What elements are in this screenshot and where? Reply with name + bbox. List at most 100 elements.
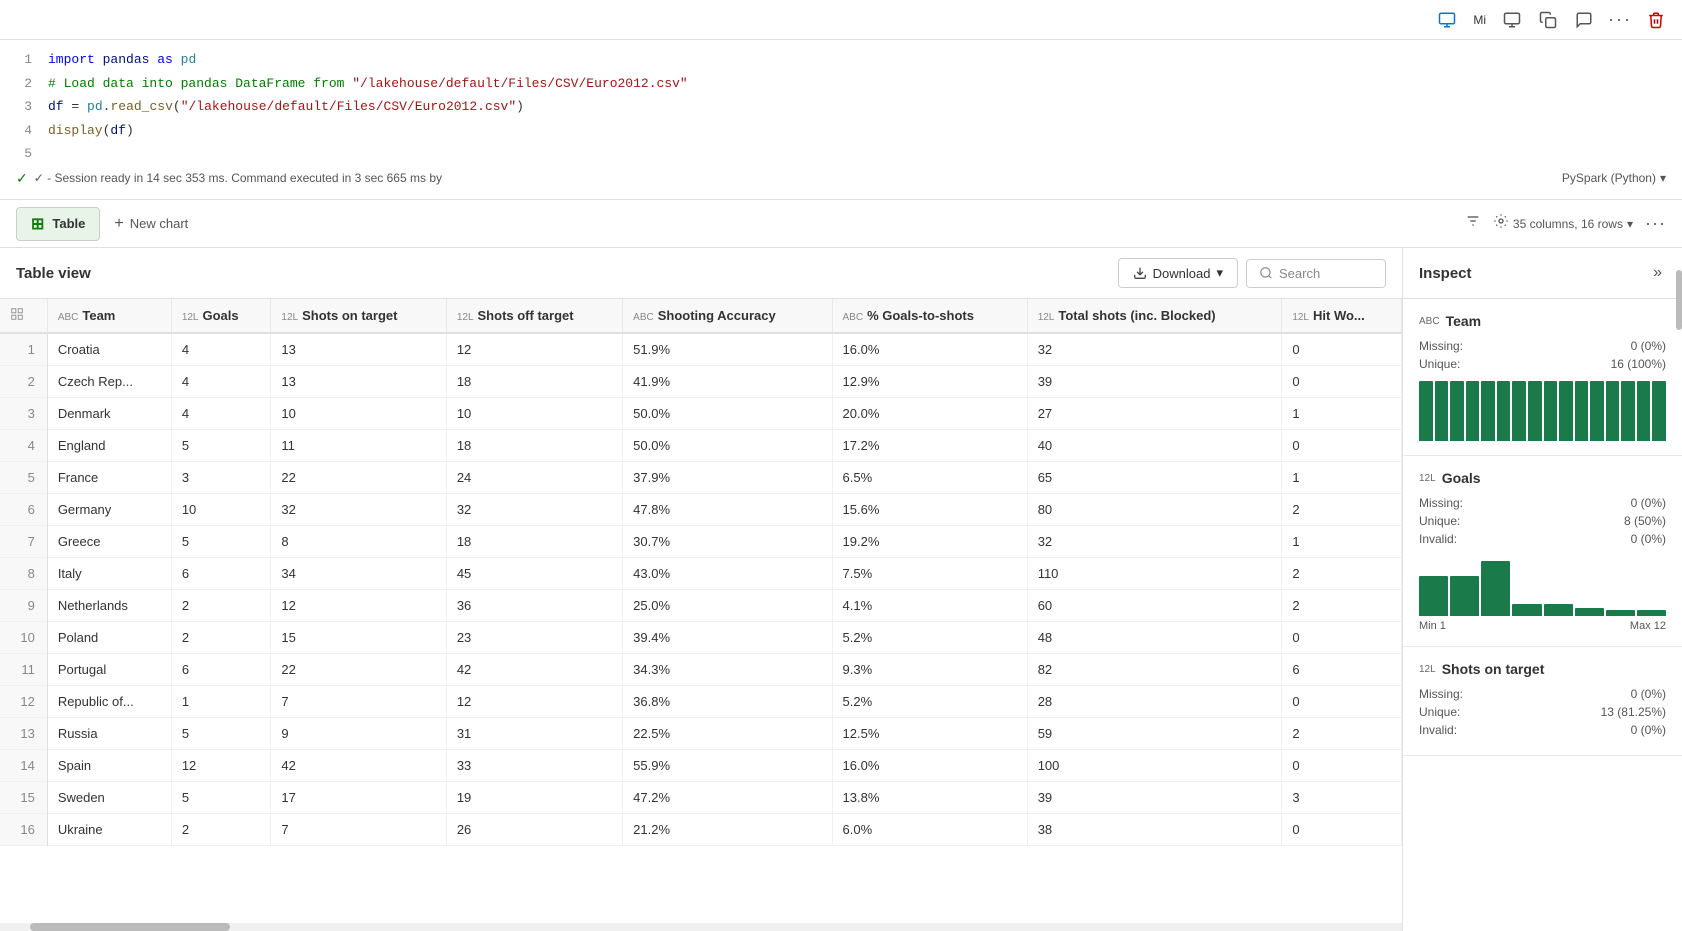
row-number: 11: [0, 654, 47, 686]
table-cell: 28: [1027, 686, 1282, 718]
mini-bar: [1528, 381, 1542, 441]
mini-bar: [1481, 381, 1495, 441]
table-cell: 4: [171, 333, 271, 366]
table-row: 6Germany10323247.8%15.6%802: [0, 494, 1402, 526]
table-cell: 42: [271, 750, 446, 782]
table-cell: 15.6%: [832, 494, 1027, 526]
inspect-content[interactable]: ABC Team Missing: 0 (0%) Unique: 16 (100…: [1403, 299, 1682, 931]
data-table-wrapper[interactable]: ABCTeam 12LGoals 12LShots on target 12LS…: [0, 299, 1402, 923]
chevron-down-icon: ▾: [1627, 217, 1633, 231]
tab-table-label: Table: [52, 216, 85, 231]
table-cell: 3: [171, 462, 271, 494]
table-cell: 33: [446, 750, 622, 782]
pyspark-selector[interactable]: PySpark (Python) ▾: [1562, 171, 1666, 185]
table-cell: 20.0%: [832, 398, 1027, 430]
table-cell: 2: [1282, 590, 1402, 622]
top-toolbar: Mi ···: [0, 0, 1682, 40]
table-row: 10Poland2152339.4%5.2%480: [0, 622, 1402, 654]
mini-bar: [1559, 381, 1573, 441]
table-view-header: Table view Download ▾ Search: [0, 248, 1402, 299]
table-cell: 39: [1027, 782, 1282, 814]
table-cell: 0: [1282, 430, 1402, 462]
table-cell: 22: [271, 462, 446, 494]
table-cell: 1: [1282, 462, 1402, 494]
table-cell: 100: [1027, 750, 1282, 782]
table-cell: 13: [271, 366, 446, 398]
table-cell: Croatia: [47, 333, 171, 366]
table-cell: 0: [1282, 366, 1402, 398]
table-cell: 16.0%: [832, 333, 1027, 366]
inspect-shots-invalid: Invalid: 0 (0%): [1419, 723, 1666, 737]
table-body: 1Croatia4131251.9%16.0%3202Czech Rep...4…: [0, 333, 1402, 846]
table-cell: 22: [271, 654, 446, 686]
inspect-team-label: ABC Team: [1419, 313, 1666, 329]
search-button[interactable]: Search: [1246, 259, 1386, 288]
table-cell: 19.2%: [832, 526, 1027, 558]
table-cell: 40: [1027, 430, 1282, 462]
table-cell: 4: [171, 366, 271, 398]
table-cell: 2: [1282, 494, 1402, 526]
chat-icon[interactable]: [1570, 6, 1598, 34]
filter-icon[interactable]: [1465, 213, 1481, 234]
expand-icon[interactable]: »: [1649, 260, 1666, 286]
col-header-shooting-acc: ABCShooting Accuracy: [623, 299, 832, 333]
scrollbar-thumb[interactable]: [30, 923, 230, 931]
row-number: 1: [0, 333, 47, 366]
table-cell: 60: [1027, 590, 1282, 622]
more-dots-icon[interactable]: ···: [1606, 6, 1634, 34]
tab-table[interactable]: ⊞ Table: [16, 207, 100, 241]
horizontal-scrollbar[interactable]: [0, 923, 1402, 931]
chevron-down-icon: ▾: [1660, 171, 1666, 185]
table-cell: Poland: [47, 622, 171, 654]
table-row: 13Russia593122.5%12.5%592: [0, 718, 1402, 750]
col-header-shots-on: 12LShots on target: [271, 299, 446, 333]
table-cell: 5: [171, 718, 271, 750]
table-cell: 45: [446, 558, 622, 590]
table-cell: 5: [171, 526, 271, 558]
table-cell: 12: [271, 590, 446, 622]
mini-bar: [1481, 561, 1510, 616]
table-cell: 1: [1282, 398, 1402, 430]
tab-new-chart[interactable]: + New chart: [100, 209, 202, 239]
table-row: 2Czech Rep...4131841.9%12.9%390: [0, 366, 1402, 398]
row-number: 7: [0, 526, 47, 558]
screen-icon[interactable]: [1498, 6, 1526, 34]
more-options-icon[interactable]: ···: [1645, 213, 1666, 234]
table-cell: 17.2%: [832, 430, 1027, 462]
table-cell: 27: [1027, 398, 1282, 430]
row-number: 12: [0, 686, 47, 718]
table-cell: 12.9%: [832, 366, 1027, 398]
inspect-goals-missing: Missing: 0 (0%): [1419, 496, 1666, 510]
copy-icon[interactable]: [1534, 6, 1562, 34]
table-cell: Germany: [47, 494, 171, 526]
table-cell: 7: [271, 814, 446, 846]
inspect-team-missing: Missing: 0 (0%): [1419, 339, 1666, 353]
download-button[interactable]: Download ▾: [1118, 258, 1238, 288]
settings-icon: [1493, 213, 1509, 234]
table-cell: Netherlands: [47, 590, 171, 622]
team-mini-chart: [1419, 381, 1666, 441]
table-cell: 0: [1282, 622, 1402, 654]
mini-bar: [1637, 381, 1651, 441]
row-number: 4: [0, 430, 47, 462]
mini-bar: [1419, 576, 1448, 616]
mini-bar: [1450, 576, 1479, 616]
table-row: 4England5111850.0%17.2%400: [0, 430, 1402, 462]
table-cell: 12: [171, 750, 271, 782]
table-cell: 10: [446, 398, 622, 430]
table-cell: 80: [1027, 494, 1282, 526]
mini-bar: [1544, 381, 1558, 441]
row-number: 3: [0, 398, 47, 430]
table-cell: 5.2%: [832, 622, 1027, 654]
inspect-section-goals: 12L Goals Missing: 0 (0%) Unique: 8 (50%…: [1403, 456, 1682, 647]
delete-icon[interactable]: [1642, 6, 1670, 34]
mini-bar: [1512, 381, 1526, 441]
table-row: 15Sweden5171947.2%13.8%393: [0, 782, 1402, 814]
table-row: 3Denmark4101050.0%20.0%271: [0, 398, 1402, 430]
monitor-icon[interactable]: [1433, 6, 1461, 34]
inspect-panel: Inspect » ABC Team Missing: 0 (0%): [1402, 248, 1682, 931]
table-cell: 24: [446, 462, 622, 494]
code-editor: 1 import pandas as pd 2 # Load data into…: [0, 40, 1682, 200]
columns-info[interactable]: 35 columns, 16 rows ▾: [1493, 213, 1633, 234]
code-line-4: 4 display(df): [0, 119, 1682, 143]
